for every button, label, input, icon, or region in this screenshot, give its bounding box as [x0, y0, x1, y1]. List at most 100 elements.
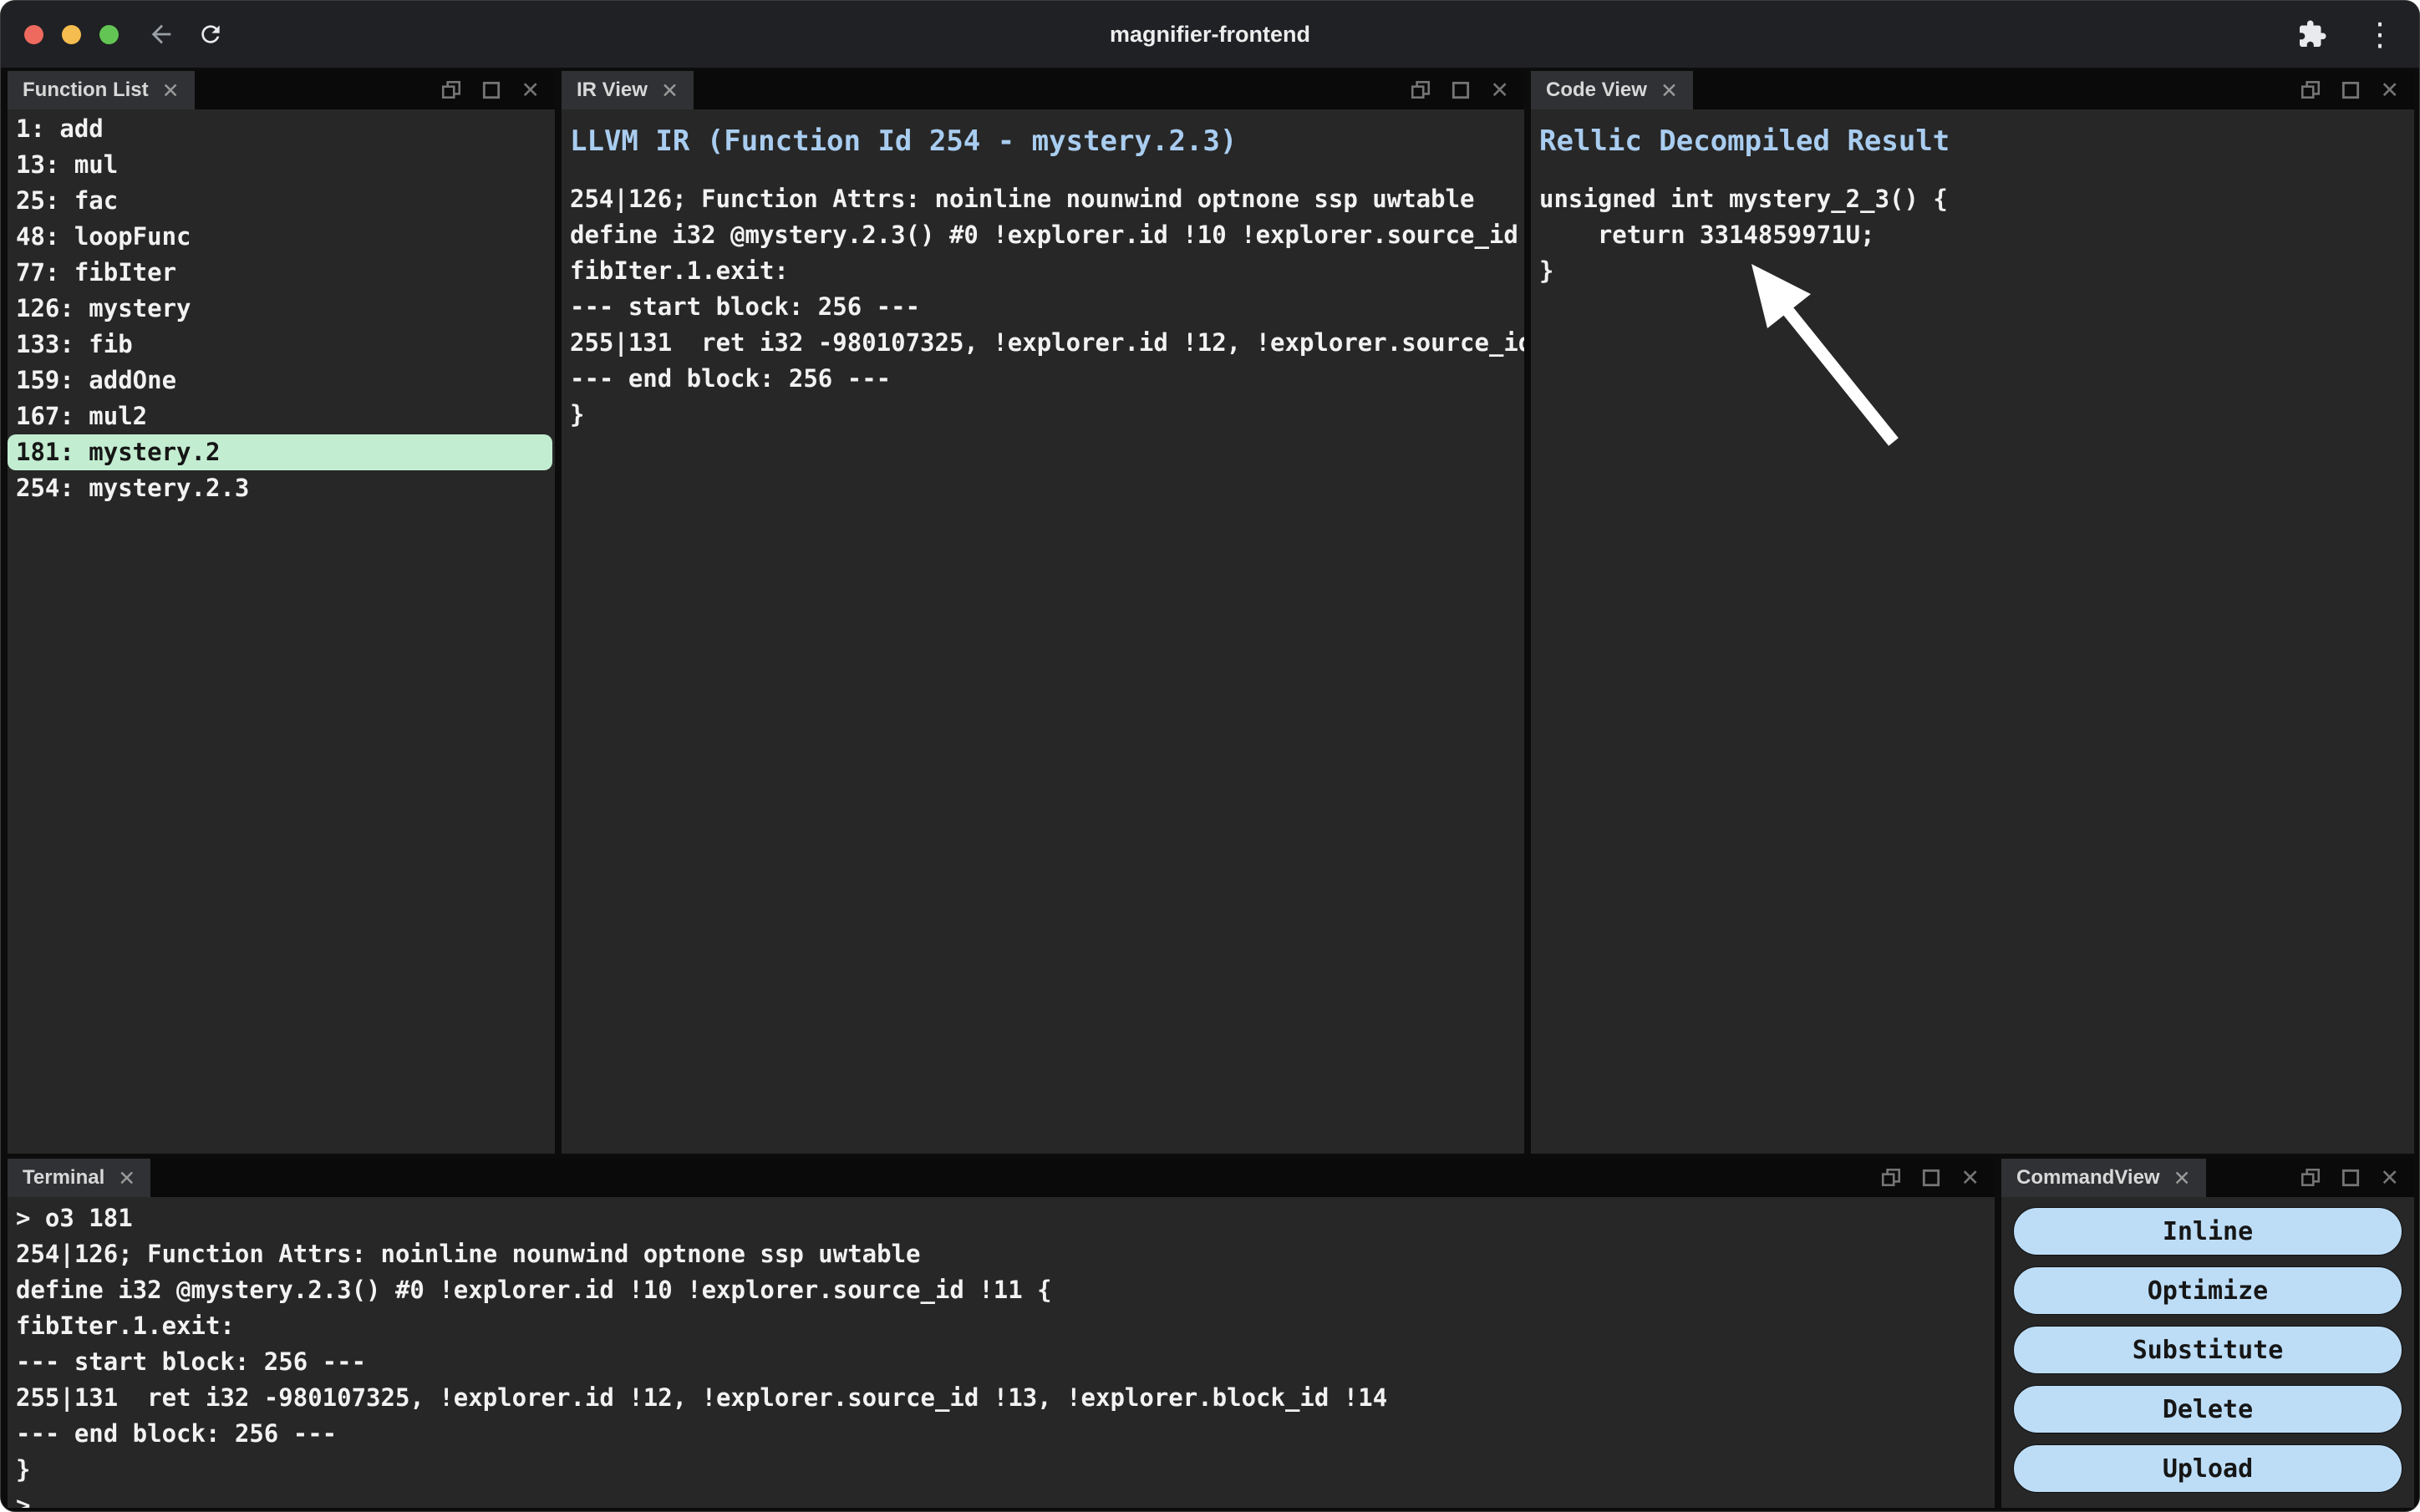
command-button[interactable]: Inline: [2013, 1207, 2402, 1256]
close-panel-icon[interactable]: ✕: [2380, 79, 2399, 102]
function-list-item[interactable]: 1: add: [8, 111, 555, 147]
command-button[interactable]: Substitute: [2013, 1326, 2402, 1374]
terminal-body[interactable]: > o3 181254|126; Function Attrs: noinlin…: [8, 1197, 1995, 1508]
tab-command-view[interactable]: CommandView ✕: [2001, 1159, 2206, 1197]
code-view-body: Rellic Decompiled Result unsigned int my…: [1531, 109, 2414, 1154]
minimize-window-button[interactable]: [62, 25, 81, 44]
dock-controls: ✕: [2300, 1159, 2414, 1197]
tab-function-list[interactable]: Function List ✕: [8, 71, 195, 109]
ir-view-code: 254|126; Function Attrs: noinline nounwi…: [562, 181, 1524, 433]
zoom-window-button[interactable]: [99, 25, 119, 44]
ir-code-line: 255|131 ret i32 -980107325, !explorer.id…: [570, 325, 1524, 361]
terminal-line: }: [16, 1452, 1995, 1488]
float-panel-icon[interactable]: [2300, 79, 2321, 101]
tab-label: CommandView: [2016, 1166, 2160, 1190]
dock-controls: ✕: [1880, 1159, 1995, 1197]
tab-close-icon[interactable]: ✕: [162, 80, 180, 101]
ir-view-panel-header: IR View ✕ ✕: [562, 71, 1524, 109]
tab-label: Terminal: [23, 1166, 104, 1190]
decompiled-code: unsigned int mystery_2_3() { return 3314…: [1531, 181, 2414, 289]
terminal-line: define i32 @mystery.2.3() #0 !explorer.i…: [16, 1272, 1995, 1308]
function-list-item[interactable]: 25: fac: [8, 183, 555, 219]
terminal-line: > o3 181: [16, 1200, 1995, 1236]
terminal-line: --- end block: 256 ---: [16, 1416, 1995, 1452]
close-panel-icon[interactable]: ✕: [2380, 1167, 2399, 1190]
function-list-body: 1: add13: mul25: fac48: loopFunc77: fibI…: [8, 109, 555, 1154]
command-button[interactable]: Delete: [2013, 1385, 2402, 1433]
function-list-item[interactable]: 48: loopFunc: [8, 219, 555, 255]
terminal-output: > o3 181254|126; Function Attrs: noinlin…: [8, 1197, 1995, 1508]
tab-label: Function List: [23, 79, 149, 102]
float-panel-icon[interactable]: [440, 79, 462, 101]
maximize-panel-icon[interactable]: [2340, 79, 2362, 101]
tab-close-icon[interactable]: ✕: [661, 80, 679, 101]
terminal-panel-header: Terminal ✕ ✕: [8, 1159, 1995, 1197]
terminal-line: --- start block: 256 ---: [16, 1344, 1995, 1380]
function-list-panel-header: Function List ✕ ✕: [8, 71, 555, 109]
dock-controls: ✕: [2300, 71, 2414, 109]
command-view-panel-header: CommandView ✕ ✕: [2001, 1159, 2414, 1197]
ir-code-line: fibIter.1.exit:: [570, 253, 1524, 289]
ir-code-line: define i32 @mystery.2.3() #0 !explorer.i…: [570, 217, 1524, 253]
tab-close-icon[interactable]: ✕: [2173, 1168, 2191, 1189]
ir-code-line: }: [570, 397, 1524, 433]
dock-controls: ✕: [1410, 71, 1524, 109]
float-panel-icon[interactable]: [2300, 1167, 2321, 1189]
float-panel-icon[interactable]: [1880, 1167, 1902, 1189]
close-panel-icon[interactable]: ✕: [521, 79, 540, 102]
window-titlebar: magnifier-frontend ⋮: [1, 1, 2419, 68]
function-list-item[interactable]: 13: mul: [8, 147, 555, 183]
dock-controls: ✕: [440, 71, 555, 109]
code-view-panel-header: Code View ✕ ✕: [1531, 71, 2414, 109]
ir-view-title: LLVM IR (Function Id 254 - mystery.2.3): [570, 124, 1516, 158]
back-icon[interactable]: [147, 20, 175, 48]
tab-code-view[interactable]: Code View ✕: [1531, 71, 1693, 109]
close-panel-icon[interactable]: ✕: [1490, 79, 1509, 102]
ir-view-panel: IR View ✕ ✕ LLVM IR (Function Id 254 - m…: [562, 71, 1524, 1154]
decompiled-code-line: unsigned int mystery_2_3() {: [1539, 181, 2414, 217]
terminal-line: >: [16, 1488, 1995, 1508]
window-title: magnifier-frontend: [1, 22, 2419, 48]
command-view-panel: CommandView ✕ ✕ Inline Optimize Substitute…: [2001, 1159, 2414, 1508]
function-list-item[interactable]: 133: fib: [8, 327, 555, 363]
function-list-item[interactable]: 167: mul2: [8, 398, 555, 434]
menu-icon[interactable]: ⋮: [2364, 18, 2396, 50]
maximize-panel-icon[interactable]: [2340, 1167, 2362, 1189]
maximize-panel-icon[interactable]: [1450, 79, 1472, 101]
annotation-arrow: [1531, 109, 1965, 502]
function-list-item[interactable]: 77: fibIter: [8, 255, 555, 291]
ir-code-line: --- end block: 256 ---: [570, 361, 1524, 397]
close-window-button[interactable]: [24, 25, 43, 44]
tab-close-icon[interactable]: ✕: [118, 1168, 135, 1189]
maximize-panel-icon[interactable]: [480, 79, 502, 101]
function-list-item[interactable]: 159: addOne: [8, 363, 555, 398]
function-list-item[interactable]: 126: mystery: [8, 291, 555, 327]
ir-code-line: --- start block: 256 ---: [570, 289, 1524, 325]
command-button[interactable]: Upload: [2013, 1444, 2402, 1493]
app-window: magnifier-frontend ⋮ Function List ✕: [0, 0, 2420, 1512]
command-view-body: Inline Optimize Substitute Delete Upload: [2001, 1197, 2414, 1508]
command-button[interactable]: Optimize: [2013, 1266, 2402, 1315]
function-list: 1: add13: mul25: fac48: loopFunc77: fibI…: [8, 109, 555, 506]
decompiled-code-line: return 3314859971U;: [1539, 217, 2414, 253]
tab-terminal[interactable]: Terminal ✕: [8, 1159, 150, 1197]
maximize-panel-icon[interactable]: [1920, 1167, 1942, 1189]
tab-ir-view[interactable]: IR View ✕: [562, 71, 694, 109]
terminal-line: 255|131 ret i32 -980107325, !explorer.id…: [16, 1380, 1995, 1416]
function-list-panel: Function List ✕ ✕ 1: add13: mul25: fac48…: [8, 71, 555, 1154]
terminal-panel: Terminal ✕ ✕ > o3 181254|126; Function A…: [8, 1159, 1995, 1508]
tab-label: Code View: [1546, 79, 1647, 102]
refresh-icon[interactable]: [197, 21, 224, 48]
extensions-icon[interactable]: [2297, 19, 2327, 49]
terminal-line: 254|126; Function Attrs: noinline nounwi…: [16, 1236, 1995, 1272]
ir-code-line: 254|126; Function Attrs: noinline nounwi…: [570, 181, 1524, 217]
function-list-item[interactable]: 181: mystery.2: [8, 434, 552, 470]
tab-close-icon[interactable]: ✕: [1660, 80, 1678, 101]
code-view-title: Rellic Decompiled Result: [1539, 124, 2406, 158]
workspace: Function List ✕ ✕ 1: add13: mul25: fac48…: [1, 68, 2420, 1512]
float-panel-icon[interactable]: [1410, 79, 1431, 101]
function-list-item[interactable]: 254: mystery.2.3: [8, 470, 555, 506]
close-panel-icon[interactable]: ✕: [1960, 1167, 1980, 1190]
decompiled-code-line: }: [1539, 253, 2414, 289]
tab-label: IR View: [577, 79, 648, 102]
